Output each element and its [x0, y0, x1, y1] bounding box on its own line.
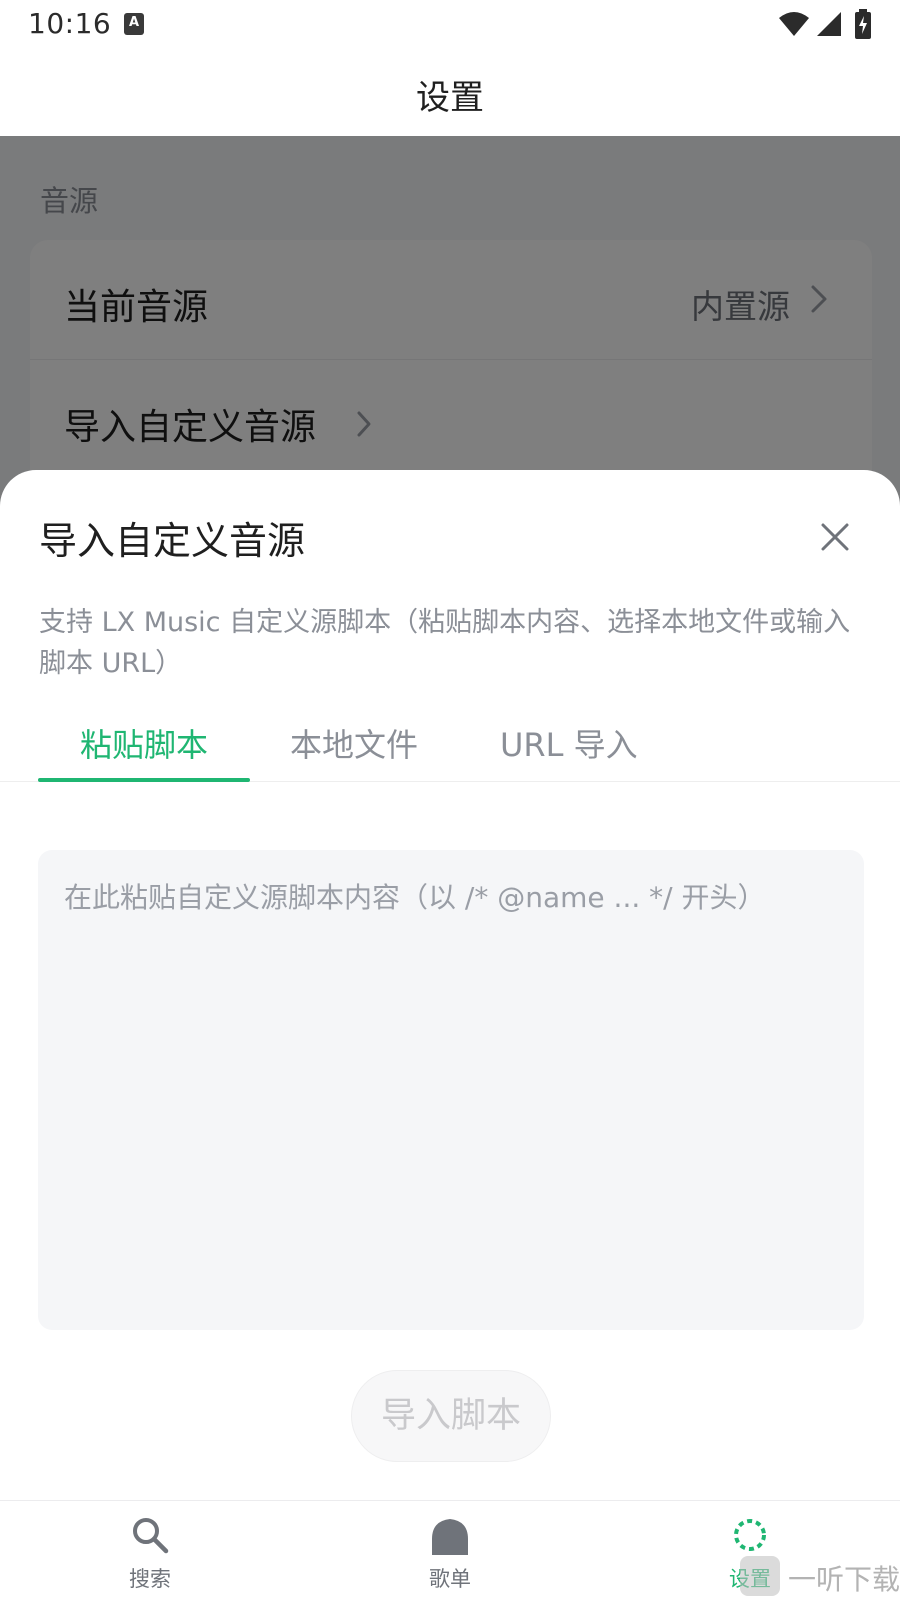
cell-signal-icon	[817, 12, 841, 36]
active-tab-indicator	[38, 778, 250, 782]
sheet-description: 支持 LX Music 自定义源脚本（粘贴脚本内容、选择本地文件或输入脚本 UR…	[39, 607, 851, 679]
nav-label-playlist: 歌单	[429, 1567, 471, 1591]
battery-charging-icon	[855, 9, 871, 39]
nav-item-playlist[interactable]: 歌单	[390, 1501, 510, 1600]
watermark-text: 一听下载	[788, 1563, 900, 1596]
tab-paste-script[interactable]: 粘贴脚本	[38, 720, 250, 782]
close-icon[interactable]	[818, 520, 852, 554]
app-header: 设置	[0, 52, 900, 136]
status-time: 10:16	[28, 7, 112, 40]
page-title: 设置	[416, 78, 484, 118]
tab-url-import[interactable]: URL 导入	[500, 720, 638, 782]
nav-label-search: 搜索	[129, 1567, 171, 1591]
import-tabs: 粘贴脚本 本地文件 URL 导入	[0, 720, 900, 782]
tab-local-file[interactable]: 本地文件	[290, 720, 418, 782]
watermark-logo-icon	[740, 1556, 780, 1596]
search-icon	[133, 1518, 169, 1554]
watermark: 一听下载	[740, 1552, 900, 1600]
script-placeholder: 在此粘贴自定义源脚本内容（以 /* @name ... */ 开头）	[64, 881, 766, 914]
sheet-title: 导入自定义音源	[39, 519, 306, 563]
script-textarea[interactable]: 在此粘贴自定义源脚本内容（以 /* @name ... */ 开头）	[38, 850, 864, 1330]
import-script-button[interactable]: 导入脚本	[351, 1370, 551, 1462]
status-bar: 10:16 A	[0, 0, 900, 52]
wifi-icon	[779, 12, 809, 36]
playlist-icon	[432, 1519, 468, 1555]
settings-icon	[734, 1519, 766, 1551]
import-source-sheet: 导入自定义音源 支持 LX Music 自定义源脚本（粘贴脚本内容、选择本地文件…	[0, 470, 900, 1500]
screen: 10:16 A 设置 音源 当前音源 内置源 导	[0, 0, 900, 1600]
notification-a-icon: A	[124, 13, 144, 35]
nav-item-search[interactable]: 搜索	[90, 1501, 210, 1600]
